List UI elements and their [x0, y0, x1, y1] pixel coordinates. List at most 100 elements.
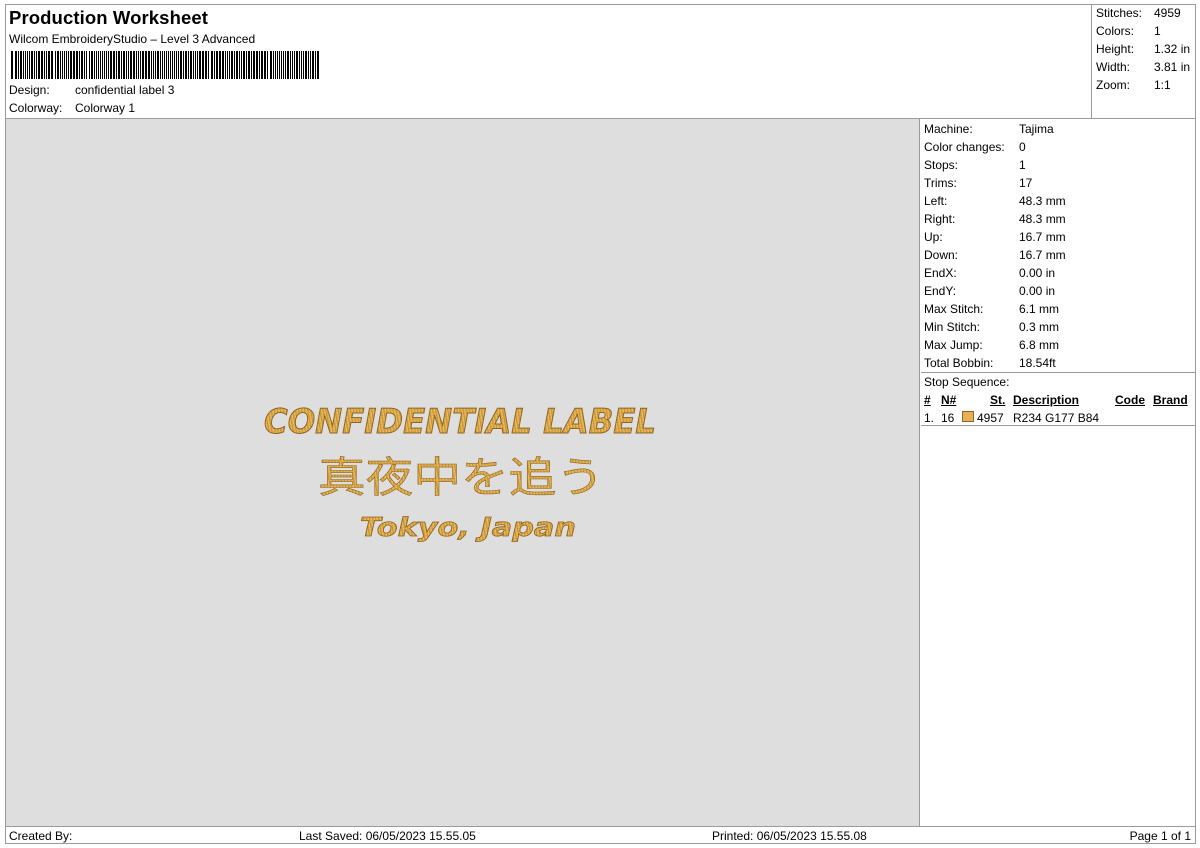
barcode-bar: [123, 51, 125, 79]
barcode-bar: [303, 51, 304, 79]
field-value: 1.32 in: [1154, 42, 1191, 56]
barcode-bar: [190, 51, 192, 79]
barcode-bar: [29, 51, 30, 79]
machine-info-row: Down: 16.7 mm: [924, 248, 1066, 266]
barcode-bar: [55, 51, 56, 79]
barcode-bar: [15, 51, 17, 79]
field-value: 1:1: [1154, 78, 1171, 92]
barcode-bar: [305, 51, 307, 79]
barcode-bar: [317, 51, 319, 79]
machine-info-row: Max Stitch: 6.1 mm: [924, 302, 1059, 320]
barcode-bar: [283, 51, 284, 79]
machine-info-row: Up: 16.7 mm: [924, 230, 1066, 248]
column-header-index: #: [924, 393, 931, 407]
barcode-bar: [128, 51, 129, 79]
column-header-needle: N#: [941, 393, 957, 407]
barcode-bar: [176, 51, 177, 79]
field-label: Height:: [1096, 42, 1135, 56]
stop-row-stitches: 4957: [977, 411, 1004, 425]
colorway-value: Colorway 1: [75, 101, 136, 115]
stop-sequence-table: Stop Sequence: # N# St. Description Code…: [921, 373, 1195, 426]
field-label: Total Bobbin:: [924, 356, 994, 370]
barcode-bar: [106, 51, 107, 79]
barcode-bar: [89, 51, 90, 79]
barcode-bar: [162, 51, 163, 79]
barcode-bar: [243, 51, 245, 79]
barcode-bar: [70, 51, 72, 79]
barcode-bar: [84, 51, 85, 79]
embroidery-design-preview: CONFIDENTIAL LABEL 真夜中を追う Tokyo, Japan: [264, 402, 657, 544]
barcode-image: [11, 51, 319, 79]
barcode-bar: [168, 51, 169, 79]
barcode-bar: [118, 51, 120, 79]
machine-info-panel: Machine: Tajima Color changes: 0 Stops: 1 Trim…: [921, 119, 1195, 373]
barcode-bar: [130, 51, 132, 79]
barcode-bar: [142, 51, 144, 79]
field-value: 18.54ft: [1019, 356, 1056, 370]
worksheet-header: Production Worksheet Wilcom EmbroiderySt…: [6, 5, 1091, 119]
barcode-bar: [208, 51, 209, 79]
worksheet-page: Production Worksheet Wilcom EmbroiderySt…: [5, 4, 1196, 844]
barcode-bar: [193, 51, 194, 79]
field-label: Trims:: [924, 176, 957, 190]
barcode-bar: [308, 51, 309, 79]
field-value: 3.81 in: [1154, 60, 1191, 74]
design-label: Design:: [9, 83, 50, 97]
barcode-bar: [301, 51, 302, 79]
barcode-bar: [64, 51, 65, 79]
barcode-bar: [294, 51, 295, 79]
colorway-row: Colorway: Colorway 1: [9, 101, 135, 115]
summary-row: Stitches: 4959: [1096, 6, 1181, 24]
field-label: Max Jump:: [924, 338, 983, 352]
summary-row: Width: 3.81 in: [1096, 60, 1190, 78]
barcode-bar: [153, 51, 154, 79]
barcode-bar: [279, 51, 280, 79]
barcode-bar: [46, 51, 47, 79]
field-label: Min Stitch:: [924, 320, 981, 334]
barcode-bar: [216, 51, 218, 79]
design-summary-panel: Stitches: 4959 Colors: 1 Height: 1.32 in Width…: [1091, 5, 1195, 119]
column-header-brand: Brand: [1153, 393, 1188, 407]
barcode-bar: [18, 51, 19, 79]
machine-info-row: EndX: 0.00 in: [924, 266, 1055, 284]
field-label: Colors:: [1096, 24, 1135, 38]
barcode-bar: [185, 51, 187, 79]
barcode-bar: [264, 51, 266, 79]
barcode-bar: [277, 51, 278, 79]
barcode-bar: [166, 51, 167, 79]
barcode-bar: [41, 51, 43, 79]
barcode-bar: [23, 51, 24, 79]
design-name-row: Design: confidential label 3: [9, 83, 174, 97]
barcode-bar: [275, 51, 276, 79]
design-text-line-3: Tokyo, Japan: [360, 513, 576, 543]
barcode-bar: [34, 51, 35, 79]
machine-info-row: EndY: 0.00 in: [924, 284, 1055, 302]
column-header-description: Description: [1013, 393, 1080, 407]
barcode-bar: [310, 51, 311, 79]
barcode-bar: [227, 51, 228, 79]
barcode-bar: [253, 51, 255, 79]
barcode-bar: [151, 51, 152, 79]
barcode-bar: [315, 51, 316, 79]
field-value: 1: [1019, 158, 1026, 172]
barcode-bar: [197, 51, 198, 79]
stop-row-index: 1.: [924, 411, 935, 425]
field-value: 16.7 mm: [1019, 248, 1066, 262]
column-header-stitches: St.: [990, 393, 1006, 407]
barcode-bar: [36, 51, 37, 79]
barcode-bar: [202, 51, 204, 79]
field-label: EndX:: [924, 266, 957, 280]
barcode-bar: [211, 51, 213, 79]
barcode-bar: [86, 51, 87, 79]
barcode-bar: [225, 51, 226, 79]
worksheet-footer: Created By: Last Saved: 06/05/2023 15.55…: [6, 826, 1195, 844]
field-value: 17: [1019, 176, 1033, 190]
field-label: Color changes:: [924, 140, 1005, 154]
barcode-bar: [27, 51, 28, 79]
barcode-bar: [273, 51, 274, 79]
summary-row: Colors: 1: [1096, 24, 1161, 42]
field-value: 4959: [1154, 6, 1181, 20]
column-header-code: Code: [1115, 393, 1145, 407]
barcode-bar: [246, 51, 247, 79]
barcode-bar: [241, 51, 242, 79]
